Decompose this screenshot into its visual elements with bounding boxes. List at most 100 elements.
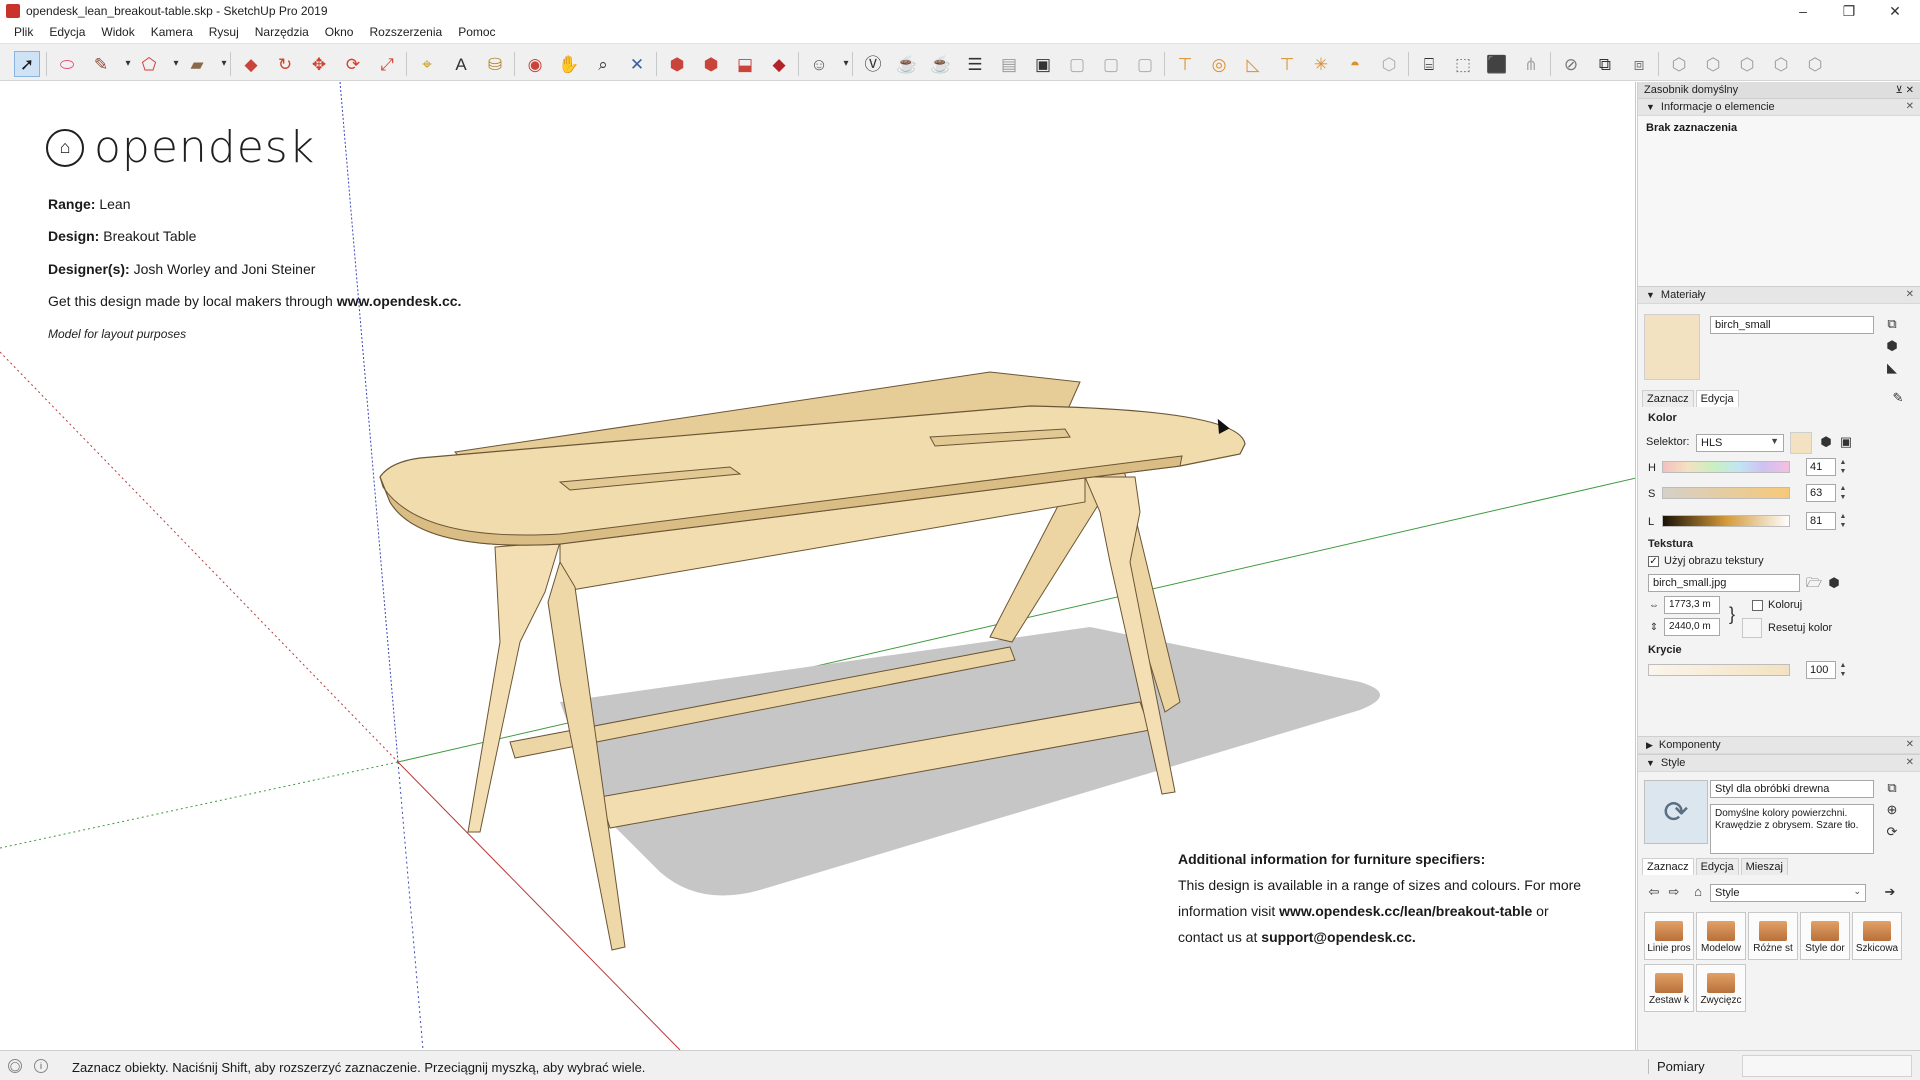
lightness-slider[interactable]	[1662, 515, 1790, 527]
browse-folder-icon[interactable]: 🗁	[1806, 575, 1822, 591]
restore-button[interactable]: ❐	[1826, 0, 1872, 22]
iso-view-tool[interactable]: ⬡	[1666, 51, 1692, 77]
interactive-render-tool[interactable]: ☕	[928, 51, 954, 77]
saturation-field[interactable]: 63	[1806, 484, 1836, 502]
modeling-viewport[interactable]: ⌂ opendesk Range: Lean Design: Breakout …	[0, 82, 1636, 1050]
section-fill-tool[interactable]: ⧈	[1626, 51, 1652, 77]
ies-light-tool[interactable]: ⊤	[1274, 51, 1300, 77]
proxy-import-tool[interactable]: ⬛	[1484, 51, 1510, 77]
display-secondary-icon[interactable]: ⧉	[1884, 780, 1900, 796]
warehouse-tool[interactable]: ⬢	[664, 51, 690, 77]
omni-light-tool[interactable]: ✳	[1308, 51, 1334, 77]
menu-extensions[interactable]: Rozszerzenia	[361, 25, 450, 39]
display-secondary-icon[interactable]: ⧉	[1884, 316, 1900, 332]
use-texture-checkbox[interactable]: ✓	[1648, 556, 1659, 567]
close-icon[interactable]: ✕	[1906, 289, 1914, 300]
move-tool[interactable]: ✥	[306, 51, 332, 77]
pencil-tool[interactable]: ✎	[88, 51, 114, 77]
texture-width-field[interactable]: 1773,3 m	[1664, 596, 1720, 614]
default-material-icon[interactable]: ◣	[1884, 360, 1900, 376]
dropdown-tool[interactable]: ▾	[170, 51, 182, 77]
render-teapot-tool[interactable]: ☕	[894, 51, 920, 77]
style-folder-tile[interactable]: Zwycięzc	[1696, 964, 1746, 1012]
style-name-field[interactable]: Styl dla obróbki drewna	[1710, 780, 1874, 798]
dropdown-tool[interactable]: ▾	[840, 51, 852, 77]
sample-paint-icon[interactable]: ✎	[1890, 390, 1906, 406]
freehand-tool[interactable]: ⬠	[136, 51, 162, 77]
tab-edit[interactable]: Edycja	[1695, 390, 1739, 407]
menu-draw[interactable]: Rysuj	[201, 25, 247, 39]
create-material-icon[interactable]: ⬢	[1884, 338, 1900, 354]
entity-info-header[interactable]: ▼ Informacje o elemencie ✕	[1638, 98, 1920, 116]
reset-color-swatch[interactable]	[1742, 618, 1762, 638]
spot-light-tool[interactable]: ◺	[1240, 51, 1266, 77]
color-picker-select[interactable]: HLS ▼	[1696, 434, 1784, 452]
rect-light-tool[interactable]: ⊤	[1172, 51, 1198, 77]
text-tool[interactable]: A	[448, 51, 474, 77]
user-account-tool[interactable]: ☺	[806, 51, 832, 77]
tab-mix[interactable]: Mieszaj	[1740, 858, 1788, 875]
menu-edit[interactable]: Edycja	[41, 25, 93, 39]
menu-help[interactable]: Pomoc	[450, 25, 503, 39]
follow-me-tool[interactable]: ↻	[272, 51, 298, 77]
back-view-tool[interactable]: ⬡	[1802, 51, 1828, 77]
orbit-tool[interactable]: ◉	[522, 51, 548, 77]
dropdown-tool[interactable]: ▾	[122, 51, 134, 77]
match-color-model-icon[interactable]: ⬢	[1818, 434, 1834, 450]
tab-edit[interactable]: Edycja	[1695, 858, 1739, 875]
style-folder-tile[interactable]: Linie pros	[1644, 912, 1694, 960]
style-folder-tile[interactable]: Szkicowa	[1852, 912, 1902, 960]
saturation-slider[interactable]	[1662, 487, 1790, 499]
saturation-stepper[interactable]: ▲ ▼	[1838, 484, 1848, 502]
front-view-tool[interactable]: ⬡	[1734, 51, 1760, 77]
opacity-field[interactable]: 100	[1806, 661, 1836, 679]
material-swatch[interactable]	[1644, 314, 1700, 380]
zoom-extents-tool[interactable]: ✕	[624, 51, 650, 77]
style-folder-tile[interactable]: Zestaw k	[1644, 964, 1694, 1012]
frame-buffer-tool[interactable]: ☰	[962, 51, 988, 77]
menu-camera[interactable]: Kamera	[143, 25, 201, 39]
select-tool[interactable]: ➚	[14, 51, 40, 77]
styles-header[interactable]: ▼ Style ✕	[1638, 754, 1920, 772]
hue-slider[interactable]	[1662, 461, 1790, 473]
collapse-triangle-icon[interactable]: ▼	[1646, 758, 1655, 768]
close-icon[interactable]: ✕	[1906, 101, 1914, 112]
opacity-stepper[interactable]: ▲ ▼	[1838, 661, 1848, 679]
materials-header[interactable]: ▼ Materiały ✕	[1638, 286, 1920, 304]
texture-height-field[interactable]: 2440,0 m	[1664, 618, 1720, 636]
link-aspect-icon[interactable]: }	[1724, 605, 1740, 623]
style-description-field[interactable]: Domyślne kolory powierzchni. Krawędzie z…	[1710, 804, 1874, 854]
zoom-tool[interactable]: ⌕	[590, 51, 616, 77]
minimize-button[interactable]: –	[1780, 0, 1826, 22]
pin-icon[interactable]: ⊻ ✕	[1896, 85, 1914, 96]
menu-window[interactable]: Okno	[317, 25, 362, 39]
texture-file-field[interactable]: birch_small.jpg	[1648, 574, 1800, 592]
proxy-export-tool[interactable]: ⬚	[1450, 51, 1476, 77]
collapse-triangle-icon[interactable]: ▼	[1646, 290, 1655, 300]
dome-light-tool[interactable]: ◓	[1342, 51, 1368, 77]
tab-select[interactable]: Zaznacz	[1642, 858, 1694, 875]
forward-arrow-icon[interactable]: ⇨	[1666, 884, 1682, 900]
infinite-plane-tool[interactable]: ⌸	[1416, 51, 1442, 77]
expand-triangle-icon[interactable]: ▶	[1646, 740, 1653, 751]
reset-color-label[interactable]: Resetuj kolor	[1768, 622, 1832, 634]
home-icon[interactable]: ⌂	[1690, 884, 1706, 900]
current-color-swatch[interactable]	[1790, 432, 1812, 454]
lights-tool[interactable]: ▢	[1064, 51, 1090, 77]
style-folder-tile[interactable]: Style dor	[1800, 912, 1850, 960]
sphere-light-tool[interactable]: ◎	[1206, 51, 1232, 77]
push-pull-tool[interactable]: ◆	[238, 51, 264, 77]
style-folder-tile[interactable]: Różne st	[1748, 912, 1798, 960]
asset-editor-tool[interactable]: ▣	[1030, 51, 1056, 77]
share-model-tool[interactable]: ⬢	[698, 51, 724, 77]
edit-texture-icon[interactable]: ⬢	[1826, 575, 1842, 591]
back-arrow-icon[interactable]: ⇦	[1646, 884, 1662, 900]
extension-warehouse-tool[interactable]: ◆	[766, 51, 792, 77]
upload-tool[interactable]: ⬓	[732, 51, 758, 77]
style-library-select[interactable]: Style ⌄	[1710, 884, 1866, 902]
fur-tool[interactable]: ⋔	[1518, 51, 1544, 77]
rotate-tool[interactable]: ⟳	[340, 51, 366, 77]
info-icon[interactable]: i	[34, 1059, 48, 1073]
create-style-icon[interactable]: ⊕	[1884, 802, 1900, 818]
collapse-triangle-icon[interactable]: ▼	[1646, 102, 1655, 112]
